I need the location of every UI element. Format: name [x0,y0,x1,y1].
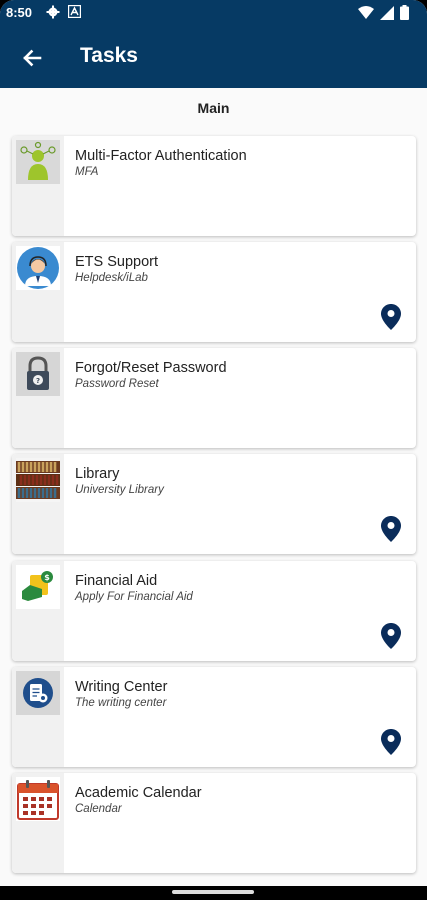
writing-center-thumbnail [16,671,60,715]
calendar-thumbnail [16,777,60,821]
task-title: Multi-Factor Authentication [75,148,247,164]
task-title: ETS Support [75,254,159,270]
navigation-bar [0,886,427,900]
back-button[interactable] [14,40,50,76]
status-bar: 8:50 [0,0,427,26]
task-card-academic-calendar[interactable]: Academic Calendar Calendar [12,773,416,873]
app-header: 8:50 Tasks [0,0,427,88]
location-pin-icon[interactable] [381,623,401,649]
task-subtitle: University Library [75,484,164,496]
mfa-thumbnail [16,140,60,184]
task-card-financial-aid[interactable]: $ Financial Aid Apply For Financial Aid [12,561,416,661]
task-card-mfa[interactable]: Multi-Factor Authentication MFA [12,136,416,236]
location-pin-icon[interactable] [381,516,401,542]
page-title: Tasks [80,44,138,67]
section-header: Main [197,100,230,116]
task-card-ets-support[interactable]: ETS Support Helpdesk/iLab [12,242,416,342]
task-subtitle: Calendar [75,803,122,815]
svg-text:?: ? [36,377,40,385]
task-subtitle: Password Reset [75,378,159,390]
task-title: Financial Aid [75,573,158,589]
arrow-left-icon [23,49,42,67]
svg-text:$: $ [44,573,50,582]
status-time: 8:50 [6,5,33,20]
home-gesture-handle[interactable] [172,890,254,894]
task-title: Writing Center [75,679,168,695]
battery-icon [400,5,409,20]
task-subtitle: MFA [75,166,99,178]
gear-icon [46,5,60,19]
a-icon [68,5,81,18]
toolbar: Tasks [0,30,427,86]
task-card-writing-center[interactable]: Writing Center The writing center [12,667,416,767]
padlock-thumbnail: ? [16,352,60,396]
location-pin-icon[interactable] [381,729,401,755]
task-subtitle: Apply For Financial Aid [75,591,193,603]
location-pin-icon[interactable] [381,304,401,330]
task-title: Academic Calendar [75,785,202,801]
task-card-reset-password[interactable]: ? Forgot/Reset Password Password Reset [12,348,416,448]
support-agent-thumbnail [16,246,60,290]
task-subtitle: The writing center [75,697,167,709]
task-subtitle: Helpdesk/iLab [75,272,148,284]
wifi-icon [358,6,374,19]
task-card-library[interactable]: Library University Library [12,454,416,554]
signal-icon [380,5,394,20]
financial-aid-thumbnail: $ [16,565,60,609]
app-screen: 8:50 Tasks Main Multi-Factor Authenticat… [0,0,427,900]
bookshelf-thumbnail [16,458,60,502]
task-title: Forgot/Reset Password [75,360,227,376]
task-title: Library [75,466,120,482]
